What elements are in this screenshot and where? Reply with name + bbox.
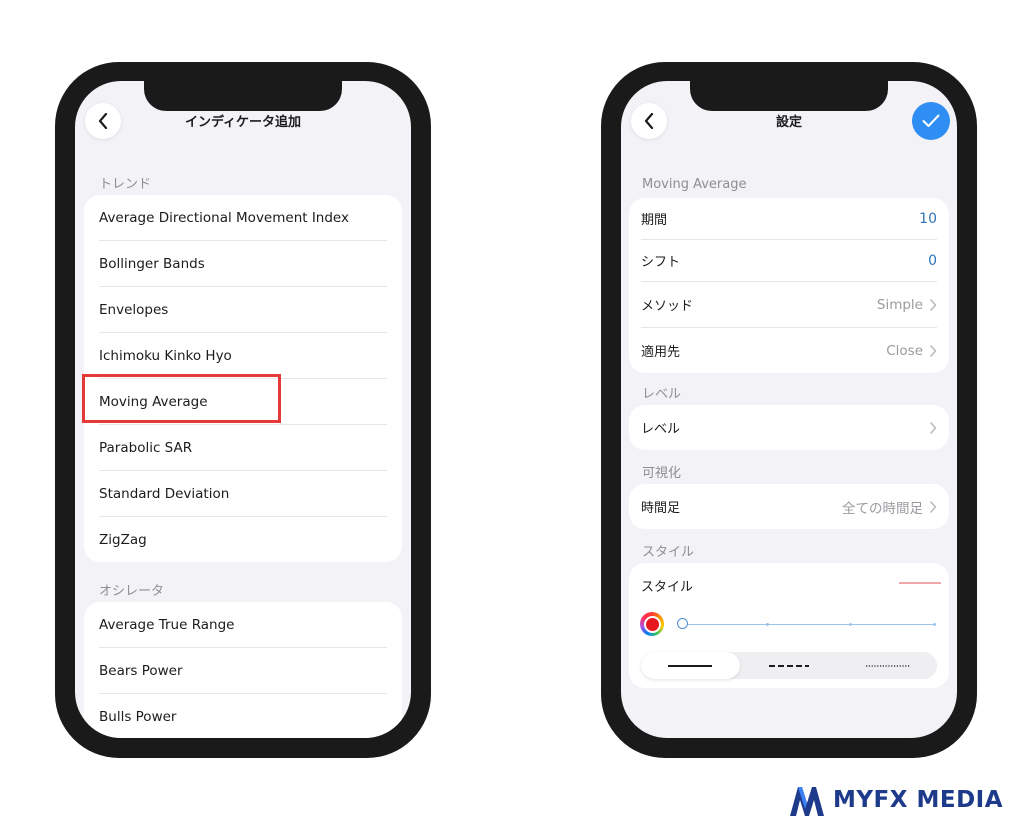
- list-item[interactable]: Average Directional Movement Index: [99, 195, 387, 241]
- timeframe-value: 全ての時間足: [842, 500, 923, 517]
- chevron-right-icon: [930, 298, 937, 311]
- highlight-box: [82, 374, 281, 423]
- period-label: 期間: [641, 213, 668, 228]
- list-item[interactable]: ZigZag: [99, 517, 387, 562]
- confirm-button[interactable]: [912, 102, 950, 140]
- list-item[interactable]: Envelopes: [99, 287, 387, 333]
- section-label-oscillator: オシレータ: [99, 584, 165, 599]
- add-indicator-screen: インディケータ追加 トレンド Average Directional Movem…: [75, 81, 411, 738]
- back-button[interactable]: [631, 103, 667, 139]
- section-label-visualization: 可視化: [642, 466, 682, 481]
- apply-to-value: Close: [886, 342, 923, 359]
- section-label-indicator: Moving Average: [642, 177, 747, 192]
- list-item[interactable]: Ichimoku Kinko Hyo: [99, 333, 387, 379]
- visualization-card: 時間足 全ての時間足: [629, 484, 949, 529]
- color-swatch: [645, 617, 659, 631]
- checkmark-icon: [922, 114, 940, 127]
- shift-label: シフト: [641, 255, 681, 270]
- chevron-right-icon: [930, 421, 937, 434]
- oscillator-indicator-list: Average True Range Bears Power Bulls Pow…: [84, 602, 402, 738]
- timeframe-row[interactable]: 時間足 全ての時間足: [641, 484, 937, 529]
- line-style-solid-option[interactable]: [641, 652, 740, 679]
- list-item[interactable]: Average True Range: [99, 602, 387, 648]
- dashed-line-icon: [769, 664, 809, 667]
- color-picker-button[interactable]: [640, 612, 664, 636]
- chevron-left-icon: [98, 113, 108, 129]
- page-title: インディケータ追加: [184, 115, 302, 130]
- method-label: メソッド: [641, 299, 694, 314]
- parameters-card: 期間 10 シフト 0 メソッド Simple 適用先 Close: [629, 198, 949, 373]
- period-value[interactable]: 10: [919, 211, 937, 227]
- list-item[interactable]: Bears Power: [99, 648, 387, 694]
- list-item[interactable]: Parabolic SAR: [99, 425, 387, 471]
- phone-frame-right: 設定 Moving Average 期間 10 シフト 0 メソッド Simpl…: [601, 62, 977, 758]
- method-row[interactable]: メソッド Simple: [641, 282, 937, 328]
- slider-tick: [766, 622, 770, 626]
- levels-row[interactable]: レベル: [641, 405, 937, 450]
- page-title: 設定: [775, 115, 802, 130]
- apply-to-row[interactable]: 適用先 Close: [641, 328, 937, 373]
- chevron-right-icon: [930, 344, 937, 357]
- slider-tick: [933, 622, 936, 626]
- solid-line-icon: [668, 664, 713, 667]
- chevron-left-icon: [644, 113, 654, 129]
- line-style-dotted-option[interactable]: [838, 652, 937, 679]
- timeframe-label: 時間足: [641, 501, 681, 516]
- levels-card: レベル: [629, 405, 949, 450]
- list-item[interactable]: Bollinger Bands: [99, 241, 387, 287]
- style-row[interactable]: スタイル: [641, 563, 937, 608]
- phone-frame-left: インディケータ追加 トレンド Average Directional Movem…: [55, 62, 431, 758]
- phone-notch: [144, 81, 342, 111]
- shift-row[interactable]: シフト 0: [641, 240, 937, 282]
- dotted-line-icon: [865, 664, 910, 667]
- section-label-style: スタイル: [642, 545, 695, 560]
- line-style-segmented-control: [641, 652, 937, 679]
- method-value: Simple: [876, 296, 923, 313]
- section-label-trend: トレンド: [99, 177, 152, 192]
- color-swatch-ring: [643, 615, 661, 633]
- brand-name: MYFX MEDIA: [833, 787, 1004, 813]
- period-row[interactable]: 期間 10: [641, 198, 937, 240]
- list-item[interactable]: Standard Deviation: [99, 471, 387, 517]
- slider-thumb[interactable]: [677, 618, 688, 629]
- line-style-dashed-option[interactable]: [740, 652, 839, 679]
- myfx-logo-icon: [790, 787, 824, 816]
- style-card: スタイル: [629, 563, 949, 688]
- phone-notch: [690, 81, 888, 111]
- slider-tick: [849, 622, 853, 626]
- style-label: スタイル: [641, 580, 694, 595]
- levels-label: レベル: [641, 422, 681, 437]
- list-item[interactable]: Bulls Power: [99, 694, 387, 738]
- settings-screen: 設定 Moving Average 期間 10 シフト 0 メソッド Simpl…: [621, 81, 957, 738]
- section-label-levels: レベル: [642, 387, 682, 402]
- back-button[interactable]: [85, 103, 121, 139]
- brand-logo: MYFX MEDIA: [789, 783, 1003, 817]
- chevron-right-icon: [930, 500, 937, 513]
- shift-value[interactable]: 0: [928, 253, 937, 269]
- line-width-slider[interactable]: [683, 622, 936, 626]
- line-style-preview: [899, 582, 941, 584]
- apply-to-label: 適用先: [641, 345, 681, 360]
